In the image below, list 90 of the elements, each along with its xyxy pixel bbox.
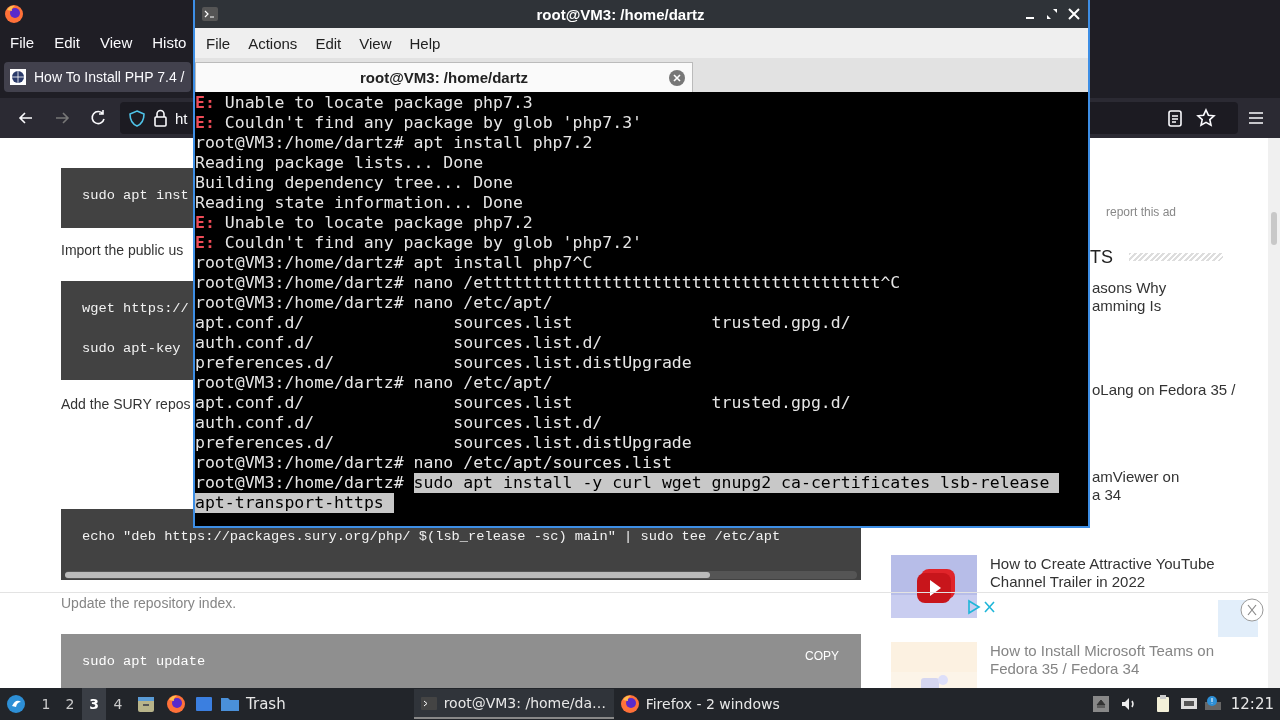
menu-item[interactable]: File	[0, 33, 45, 51]
terminal-output: preferences.d/ sources.list.distUpgrade	[195, 433, 692, 453]
workspace-button[interactable]: 3	[82, 688, 106, 720]
workspace-button[interactable]: 1	[34, 688, 58, 720]
lock-icon	[152, 109, 169, 127]
code-line: sudo apt inst	[82, 187, 189, 205]
shield-icon	[128, 108, 146, 128]
file-manager-icon[interactable]	[136, 694, 156, 714]
paragraph: Add the SURY repos	[61, 395, 191, 414]
start-menu-icon[interactable]	[6, 694, 26, 714]
star-icon[interactable]	[1196, 108, 1216, 128]
terminal-output: auth.conf.d/ sources.list.d/	[195, 333, 603, 353]
code-line: wget https://	[82, 300, 189, 318]
address-bar[interactable]: ht	[120, 102, 193, 134]
eject-icon[interactable]	[1090, 694, 1111, 714]
terminal-icon	[201, 5, 219, 23]
desktop-icon[interactable]	[194, 694, 214, 714]
shell-prompt: root@VM3:/home/dartz#	[195, 273, 404, 293]
reader-view-icon[interactable]	[1166, 108, 1184, 128]
terminal-output: Couldn't find any package by glob 'php7.2'	[224, 233, 643, 253]
workspace-button[interactable]: 2	[58, 688, 82, 720]
menu-item[interactable]: View	[350, 34, 401, 52]
code-line: sudo apt-key	[82, 340, 181, 358]
terminal-output: auth.conf.d/ sources.list.d/	[195, 413, 603, 433]
menu-item[interactable]: Edit	[306, 34, 351, 52]
firefox-icon[interactable]	[619, 694, 640, 714]
terminal-output: Unable to locate package php7.3	[224, 93, 533, 113]
terminal-output: Unable to locate package php7.2	[224, 213, 533, 233]
taskbar-window-button[interactable]: root@VM3: /home/da…	[413, 689, 614, 719]
shell-prompt: root@VM3:/home/dartz#	[195, 453, 404, 473]
terminal-output: Reading state information... Done	[195, 193, 523, 213]
firefox-icon[interactable]	[166, 694, 186, 714]
trash-launcher[interactable]: Trash	[214, 688, 292, 720]
post-title-link[interactable]: How to Create Attractive YouTube Channel Trailer in 2022	[990, 555, 1215, 591]
command-text: nano /etc/apt/sources.list	[413, 453, 672, 473]
terminal-output: apt-transport-https	[195, 493, 394, 513]
menu-item[interactable]: Actions	[239, 34, 307, 52]
shell-prompt: root@VM3:/home/dartz#	[195, 133, 404, 153]
menu-item[interactable]: Edit	[44, 33, 91, 51]
command-text: apt install php7.2	[413, 133, 593, 153]
paragraph: Import the public us	[61, 241, 184, 260]
terminal-output: preferences.d/ sources.list.distUpgrade	[195, 353, 692, 373]
code-line: echo "deb https://packages.sury.org/php/ $(lsb_release -sc) main" | sudo tee /etc/apt	[82, 528, 781, 546]
post-title-link[interactable]: oLang on Fedora 35 /	[1092, 381, 1236, 399]
menu-item[interactable]: File	[197, 34, 240, 52]
command-text: nano /etc/apt/	[413, 293, 553, 313]
menu-item[interactable]: Histo	[142, 33, 197, 51]
paragraph: Update the repository index.	[61, 594, 237, 613]
terminal-screen[interactable]	[195, 92, 1088, 526]
menu-item[interactable]: Help	[400, 34, 450, 52]
terminal-output: apt.conf.d/ sources.list trusted.gpg.d/	[195, 313, 851, 333]
close-icon[interactable]	[1066, 6, 1082, 22]
post-title-link[interactable]: asons Why amming Is	[1092, 279, 1167, 315]
globe-icon	[10, 69, 26, 85]
shell-prompt: root@VM3:/home/dartz#	[195, 253, 404, 273]
command-text: nano /etttttttttttttttttttttttttttttttttttttttt^C	[413, 273, 901, 293]
shell-prompt: root@VM3:/home/dartz#	[195, 293, 404, 313]
scrollbar[interactable]	[1268, 138, 1280, 688]
shell-prompt: root@VM3:/home/dartz#	[195, 373, 404, 393]
terminal-output: Couldn't find any package by glob 'php7.3'	[224, 113, 643, 133]
code-line: sudo apt update	[82, 653, 206, 671]
maximize-icon[interactable]	[1044, 6, 1060, 22]
terminal-output: Reading package lists... Done	[195, 153, 484, 173]
command-text: nano /etc/apt/	[413, 373, 553, 393]
horizontal-scrollbar[interactable]	[65, 571, 857, 579]
error-label: E:	[195, 93, 215, 113]
terminal-output: Building dependency tree... Done	[195, 173, 513, 193]
section-heading: TS	[1090, 246, 1113, 268]
firefox-icon[interactable]	[4, 4, 24, 24]
tab-title: How To Install PHP 7.4 /	[34, 69, 185, 85]
menu-item[interactable]: View	[90, 33, 143, 51]
error-label: E:	[195, 233, 215, 253]
ad-report-link[interactable]: report this ad	[1106, 204, 1177, 220]
command-text: apt install php7^C	[413, 253, 593, 273]
workspace-button[interactable]: 4	[106, 688, 130, 720]
error-label: E:	[195, 213, 215, 233]
terminal-tab[interactable]: root@VM3: /home/dartz	[195, 62, 693, 92]
url-text: ht	[175, 109, 188, 127]
post-title-link[interactable]: How to Install Microsoft Teams on Fedora 35 / Fedora 34	[990, 642, 1214, 678]
window-title: root@VM3: /home/dartz	[535, 5, 706, 23]
command-text: sudo apt install -y curl wget gnupg2 ca-certificates lsb-release	[413, 473, 1060, 493]
address-bar-end[interactable]	[1090, 102, 1238, 134]
error-label: E:	[195, 113, 215, 133]
terminal-output: apt.conf.d/ sources.list trusted.gpg.d/	[195, 393, 851, 413]
clock: 12:21	[1230, 695, 1274, 713]
browser-tab[interactable]: How To Install PHP 7.4 /	[4, 62, 191, 92]
terminal-icon	[419, 694, 438, 712]
taskbar-window-button[interactable]: Firefox - 2 windows	[613, 689, 814, 719]
shell-prompt: root@VM3:/home/dartz#	[195, 473, 404, 493]
post-title-link[interactable]: amViewer on a 34	[1092, 468, 1180, 504]
